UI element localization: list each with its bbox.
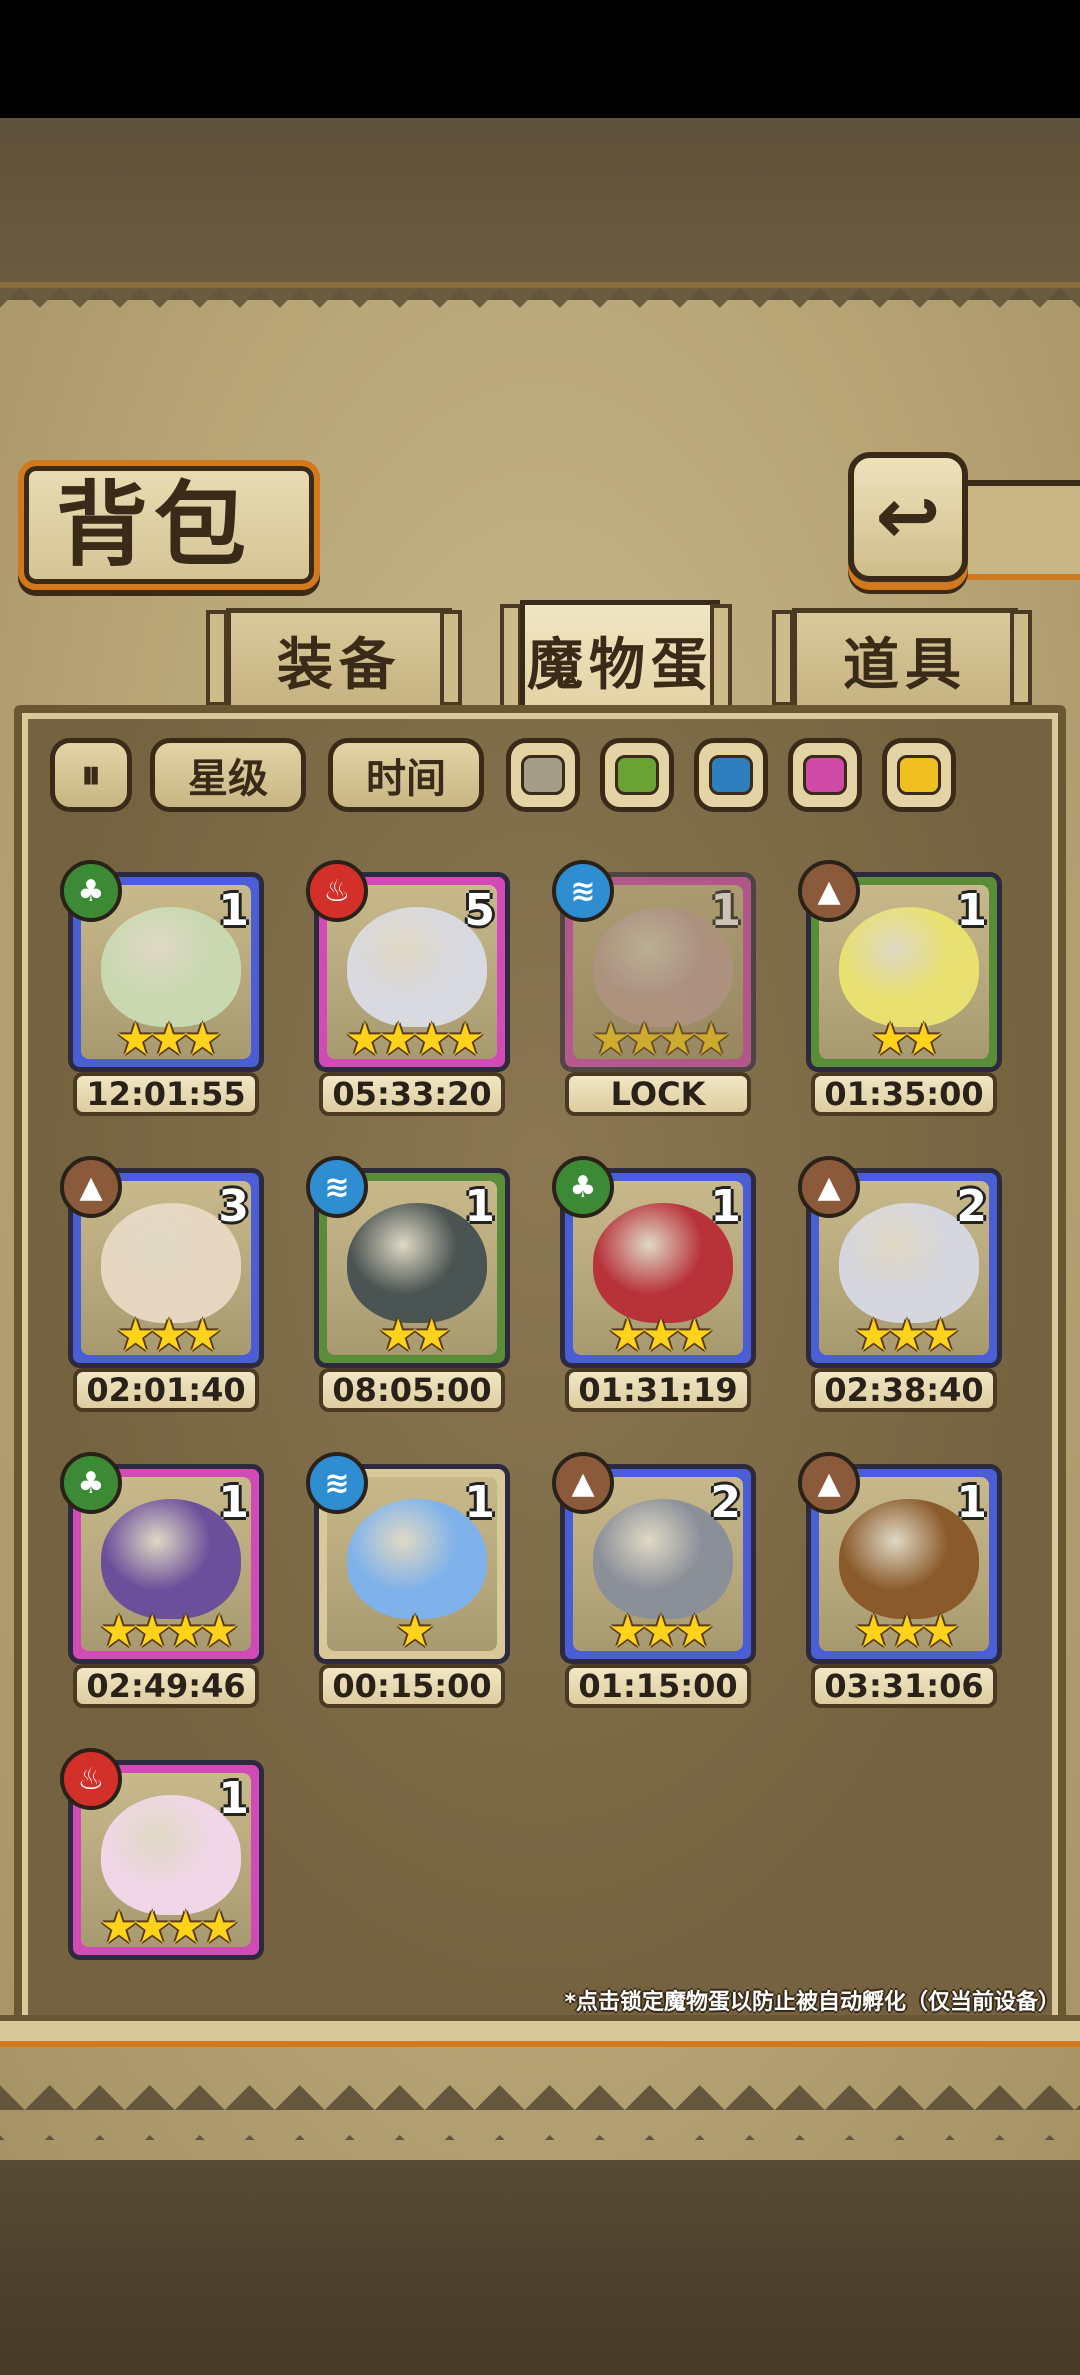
- earth-element-icon: ▲: [798, 860, 860, 922]
- earth-element-icon: ▲: [798, 1156, 860, 1218]
- star-rating: ★★★: [853, 1606, 960, 1657]
- egg-count: 1: [218, 1773, 249, 1824]
- tab-post: [206, 610, 228, 706]
- star-rating: ★★★: [853, 1310, 960, 1361]
- filter-color-pink[interactable]: [788, 738, 862, 812]
- hatch-timer: 01:15:00: [565, 1664, 751, 1708]
- tab-items[interactable]: 道具: [792, 608, 1018, 708]
- egg-count: 1: [218, 1477, 249, 1528]
- hatch-timer: 08:05:00: [319, 1368, 505, 1412]
- hatch-timer: 01:31:19: [565, 1368, 751, 1412]
- fire-element-icon: ♨: [60, 1748, 122, 1810]
- star-rating: ★★★: [607, 1606, 714, 1657]
- panel-bottom-rail: [0, 2015, 1080, 2047]
- star-rating: ★★★★: [99, 1902, 239, 1953]
- status-bar-area: [0, 0, 1080, 118]
- egg-count: 1: [464, 1477, 495, 1528]
- nature-element-icon: ♣: [60, 1452, 122, 1514]
- egg-count: 2: [956, 1181, 987, 1232]
- parchment-torn-edge: [0, 288, 1080, 328]
- page-title: 背包: [56, 472, 253, 579]
- star-rating: ★★★: [115, 1014, 222, 1065]
- hatch-timer: 03:31:06: [811, 1664, 997, 1708]
- earth-element-icon: ▲: [552, 1452, 614, 1514]
- sort-toggle-icon: ⏸: [81, 752, 101, 798]
- nature-element-icon: ♣: [60, 860, 122, 922]
- hatch-timer: 02:38:40: [811, 1368, 997, 1412]
- earth-element-icon: ▲: [798, 1452, 860, 1514]
- filter-color-yellow[interactable]: [882, 738, 956, 812]
- water-element-icon: ≋: [306, 1452, 368, 1514]
- hatch-timer: 01:35:00: [811, 1072, 997, 1116]
- return-icon: ↩: [875, 472, 941, 562]
- star-rating: ★★★★: [99, 1606, 239, 1657]
- tab-post: [710, 604, 732, 714]
- tab-post: [440, 610, 462, 706]
- hatch-timer: 02:01:40: [73, 1368, 259, 1412]
- egg-count: 1: [956, 885, 987, 936]
- back-button[interactable]: ↩: [848, 452, 968, 582]
- hatch-timer: 00:15:00: [319, 1664, 505, 1708]
- egg-count: 1: [218, 885, 249, 936]
- sort-by-time-button[interactable]: 时间: [328, 738, 484, 812]
- tab-post: [772, 610, 794, 706]
- tab-monster-eggs[interactable]: 魔物蛋: [520, 600, 720, 716]
- nature-element-icon: ♣: [552, 1156, 614, 1218]
- water-element-icon: ≋: [552, 860, 614, 922]
- sort-toggle-button[interactable]: ⏸: [50, 738, 132, 812]
- star-rating: ★★★: [115, 1310, 222, 1361]
- top-map-band: [0, 118, 1080, 288]
- egg-count: 1: [710, 1181, 741, 1232]
- egg-count: 1: [464, 1181, 495, 1232]
- auto-hatch-lock-hint: *点击锁定魔物蛋以防止被自动孵化（仅当前设备）: [564, 1990, 1060, 2015]
- tab-post: [500, 604, 522, 714]
- filter-color-blue[interactable]: [694, 738, 768, 812]
- star-rating: ★★★★: [591, 1014, 731, 1065]
- filter-color-green[interactable]: [600, 738, 674, 812]
- tab-post: [1010, 610, 1032, 706]
- star-rating: ★★: [870, 1014, 944, 1065]
- star-rating: ★★★★: [345, 1014, 485, 1065]
- sort-by-star-button[interactable]: 星级: [150, 738, 306, 812]
- filter-color-gray[interactable]: [506, 738, 580, 812]
- fire-element-icon: ♨: [306, 860, 368, 922]
- egg-count: 1: [956, 1477, 987, 1528]
- star-rating: ★★★: [607, 1310, 714, 1361]
- egg-count: 5: [464, 885, 495, 936]
- tab-equipment[interactable]: 装备: [226, 608, 452, 708]
- hatch-timer: 02:49:46: [73, 1664, 259, 1708]
- parchment-torn-edge-bottom: [0, 2080, 1080, 2140]
- egg-count: 3: [218, 1181, 249, 1232]
- back-button-rail: [960, 480, 1080, 580]
- water-element-icon: ≋: [306, 1156, 368, 1218]
- egg-lock-label: LOCK: [565, 1072, 751, 1116]
- bottom-map-band: [0, 2160, 1080, 2375]
- hatch-timer: 05:33:20: [319, 1072, 505, 1116]
- hatch-timer: 12:01:55: [73, 1072, 259, 1116]
- earth-element-icon: ▲: [60, 1156, 122, 1218]
- star-rating: ★★: [378, 1310, 452, 1361]
- star-rating: ★: [395, 1606, 434, 1657]
- egg-count: 2: [710, 1477, 741, 1528]
- egg-count: 1: [710, 885, 741, 936]
